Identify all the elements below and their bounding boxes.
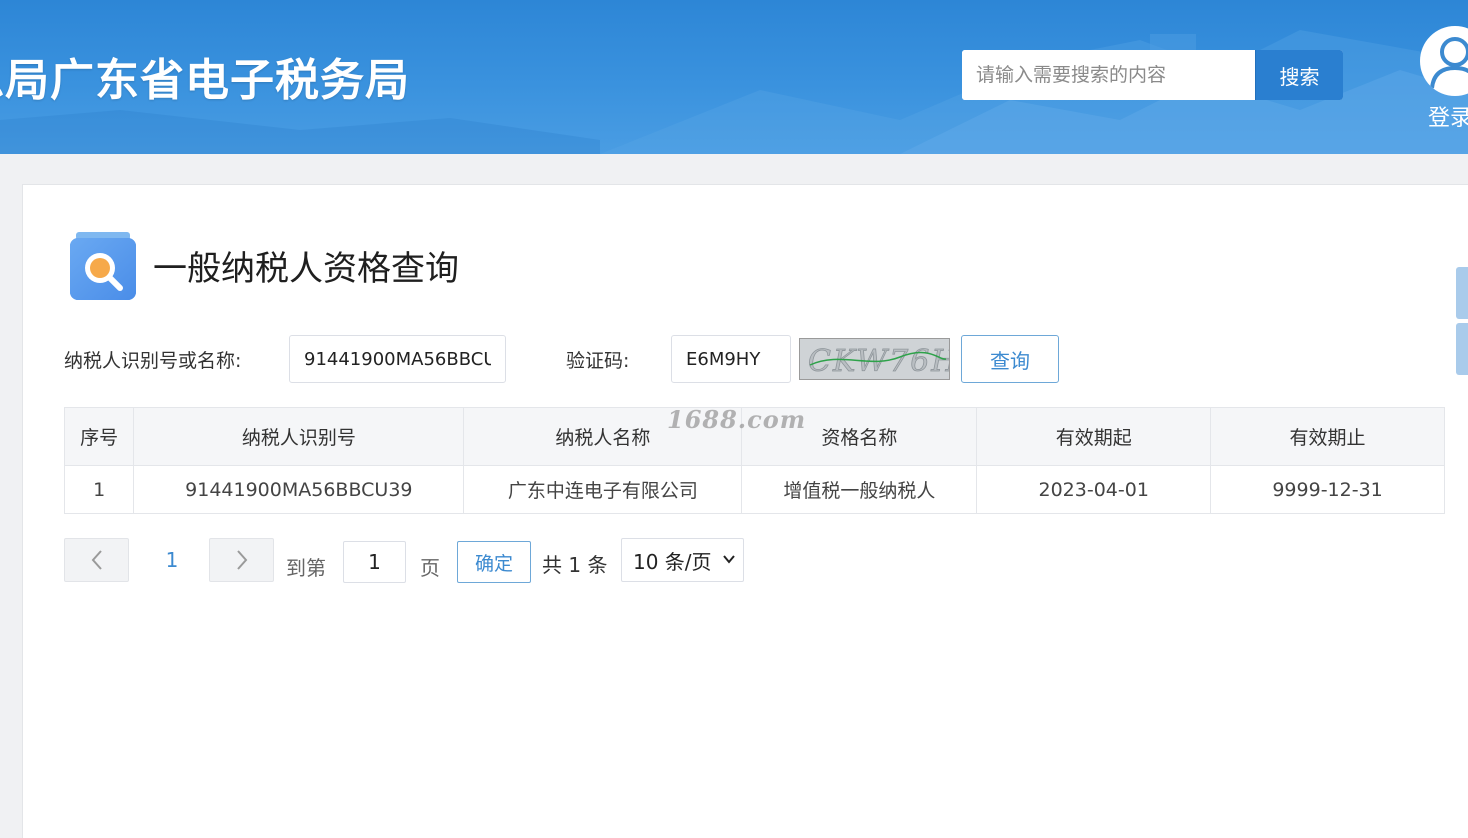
cell-valid-from: 2023-04-01	[976, 465, 1212, 514]
col-header-index: 序号	[63, 407, 135, 466]
page-size-value: 10 条/页	[633, 549, 712, 574]
chevron-right-icon	[236, 550, 247, 570]
page-title: 一般纳税人资格查询	[153, 249, 459, 289]
search-input[interactable]	[962, 50, 1255, 100]
side-float-tab-1[interactable]	[1456, 267, 1468, 319]
cell-index: 1	[63, 465, 135, 514]
table-row: 1 91441900MA56BBCU39 广东中连电子有限公司 增值税一般纳税人…	[63, 465, 1445, 514]
search-document-icon	[68, 232, 138, 306]
captcha-input[interactable]	[671, 335, 791, 383]
login-link[interactable]: 登录	[1428, 100, 1468, 132]
col-header-taxpayer-id: 纳税人识别号	[133, 407, 465, 466]
page-unit-label: 页	[420, 556, 440, 580]
current-page[interactable]: 1	[160, 548, 184, 572]
goto-label: 到第	[286, 556, 326, 580]
taxpayer-id-input[interactable]	[289, 335, 506, 383]
site-title: 总局广东省电子税务局	[0, 55, 410, 106]
cell-valid-to: 9999-12-31	[1210, 465, 1445, 514]
watermark: 1688.com	[667, 405, 807, 434]
site-header: 总局广东省电子税务局 搜索 登录	[0, 0, 1468, 154]
prev-page-button[interactable]	[64, 538, 129, 582]
cell-qualification: 增值税一般纳税人	[741, 465, 978, 514]
page-size-select[interactable]: 10 条/页	[621, 538, 744, 582]
goto-confirm-button[interactable]: 确定	[457, 541, 531, 583]
next-page-button[interactable]	[209, 538, 274, 582]
header-search: 搜索	[962, 50, 1343, 100]
chevron-down-icon	[723, 555, 735, 564]
cell-taxpayer-name: 广东中连电子有限公司	[463, 465, 743, 514]
side-float-tab-2[interactable]	[1456, 323, 1468, 375]
captcha-image[interactable]: CKW76H	[799, 338, 950, 380]
chevron-left-icon	[91, 550, 102, 570]
col-header-valid-to: 有效期止	[1210, 407, 1445, 466]
goto-page-input[interactable]	[343, 541, 406, 583]
cell-taxpayer-id: 91441900MA56BBCU39	[133, 465, 465, 514]
captcha-label: 验证码:	[566, 350, 630, 372]
col-header-valid-from: 有效期起	[976, 407, 1212, 466]
taxpayer-label: 纳税人识别号或名称:	[64, 350, 242, 372]
total-count: 共 1 条	[542, 553, 608, 577]
query-button[interactable]: 查询	[961, 335, 1059, 383]
search-button[interactable]: 搜索	[1255, 50, 1343, 100]
